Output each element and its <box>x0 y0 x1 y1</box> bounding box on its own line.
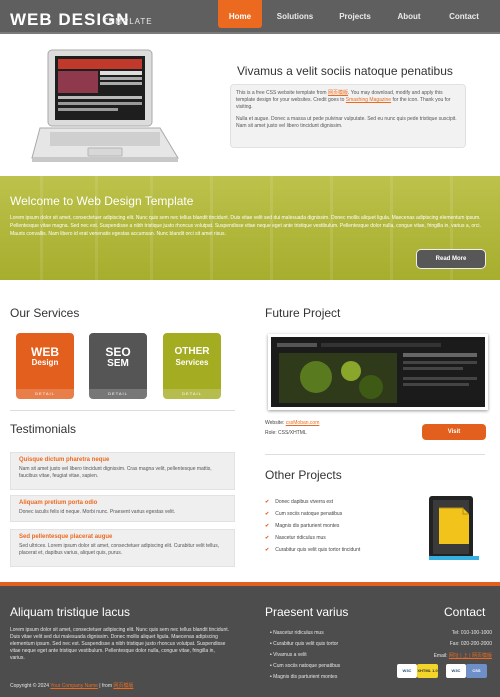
footer-project-link[interactable]: Cum sociis natoque penatibus <box>270 663 340 669</box>
testimonial-card: Aliquam pretium porta odio Donec iaculis… <box>10 495 235 522</box>
hero-title: Vivamus a velit sociis natoque penatibus <box>237 64 453 78</box>
footer-projects-title: Praesent varius <box>265 605 349 619</box>
contact-fax: Fax: 020-200-2000 <box>449 641 492 647</box>
template-link[interactable]: 网页模版 <box>113 683 133 689</box>
testimonials-title: Testimonials <box>10 422 77 436</box>
check-icon: ✔ <box>265 547 270 553</box>
testimonial-body: Nam sit amet justo vel libero tincidunt … <box>19 466 212 479</box>
service-sublabel: Design <box>31 358 59 367</box>
contact-tel: Tel: 010-100-1000 <box>451 630 492 636</box>
service-detail-link[interactable]: DETAIL <box>16 389 74 399</box>
other-project-item[interactable]: ✔ Curabitur quis velit quis tortor tincid… <box>265 547 360 554</box>
check-icon: ✔ <box>265 499 270 505</box>
welcome-title: Welcome to Web Design Template <box>10 194 194 208</box>
logo-subtitle: TEMPLATE <box>103 17 153 26</box>
copyright: Copyright © 2024 Your Company Name | fro… <box>10 682 133 689</box>
xhtml-badge[interactable]: XHTML 1.0 <box>417 664 438 678</box>
w3c-badge[interactable]: W3C <box>397 664 417 678</box>
footer-contact-title: Contact <box>444 605 486 619</box>
divider <box>265 454 485 455</box>
other-project-item[interactable]: ✔ Magnis dis parturient montes <box>265 523 339 530</box>
contact-email: Email: 网址 | 上 | 网页模版 <box>400 652 492 659</box>
footer-about-title: Aliquam tristique lacus <box>10 605 131 619</box>
testimonial-heading: Sed pellentesque placerat augue <box>19 534 113 540</box>
copyright-text: Copyright © 2024 <box>10 683 51 689</box>
project-screenshot[interactable] <box>268 334 488 410</box>
other-project-label: Nascetur ridiculus mus <box>275 535 326 541</box>
other-project-item[interactable]: ✔ Cum sociis natoque penatibus <box>265 511 342 518</box>
service-label: OTHER <box>174 346 210 357</box>
visit-button[interactable]: Visit <box>422 424 486 440</box>
service-other[interactable]: OTHER Services DETAIL <box>163 333 221 399</box>
other-project-label: Magnis dis parturient montes <box>275 523 340 529</box>
service-web-design[interactable]: WEB Design DETAIL <box>16 333 74 399</box>
other-project-item[interactable]: ✔ Nascetur ridiculus mus <box>265 535 326 542</box>
other-project-label: Cum sociis natoque penatibus <box>275 511 343 517</box>
welcome-text: Lorem ipsum dolor sit amet, consectetuer… <box>10 215 481 237</box>
testimonial-heading: Quisque dictum pharetra neque <box>19 457 110 463</box>
email-label: Email: <box>433 653 449 659</box>
nav-contact[interactable]: Contact <box>440 0 488 28</box>
laptop-image <box>31 49 179 162</box>
check-icon: ✔ <box>265 535 270 541</box>
service-sublabel: Services <box>175 358 209 367</box>
service-label: WEB <box>31 345 59 359</box>
service-detail-link[interactable]: DETAIL <box>89 389 147 399</box>
future-project-title: Future Project <box>265 306 341 320</box>
service-seo-sem[interactable]: SEO SEM DETAIL <box>89 333 147 399</box>
smashing-link[interactable]: Smashing Magazine <box>346 97 391 103</box>
other-projects-title: Other Projects <box>265 468 342 482</box>
company-link[interactable]: Your Company Name <box>50 683 98 689</box>
nav-projects[interactable]: Projects <box>330 0 380 28</box>
service-label: SEO <box>105 345 131 359</box>
email-link[interactable]: 网址 | 上 | 网页模版 <box>449 653 492 659</box>
copyright-text: | from <box>97 683 114 689</box>
check-icon: ✔ <box>265 523 270 529</box>
w3c-badge[interactable]: W3C <box>446 664 466 678</box>
read-more-button[interactable]: Read More <box>416 249 486 269</box>
testimonial-heading: Aliquam pretium porta odio <box>19 500 98 506</box>
project-website: Website: cssMoban.com <box>265 420 319 426</box>
template-link[interactable]: 网页模版 <box>328 90 348 96</box>
nav-about[interactable]: About <box>385 0 433 28</box>
hero-text: This is a free CSS website template from <box>236 90 328 96</box>
check-icon: ✔ <box>265 511 270 517</box>
divider <box>10 410 235 411</box>
footer-project-link[interactable]: Magnis dis parturient montes <box>270 674 337 680</box>
project-website-link[interactable]: cssMoban.com <box>286 420 320 426</box>
testimonial-card: Sed pellentesque placerat augue Sed ultr… <box>10 529 235 567</box>
testimonial-card: Quisque dictum pharetra neque Nam sit am… <box>10 452 235 490</box>
service-sublabel: SEM <box>107 358 129 369</box>
footer-about-text: Lorem ipsum dolor sit amet, consectetuer… <box>10 627 229 661</box>
project-role: Role: CSS/XHTML <box>265 430 307 436</box>
service-detail-link[interactable]: DETAIL <box>163 389 221 399</box>
nav-solutions[interactable]: Solutions <box>270 0 320 28</box>
other-project-label: Curabitur quis velit quis tortor tincidu… <box>275 547 361 553</box>
testimonial-body: Sed ultrices. Lorem ipsum dolor sit amet… <box>19 543 220 556</box>
website-label: Website: <box>265 420 286 426</box>
footer-project-link[interactable]: Curabitur quis velit quis tortor <box>270 641 338 647</box>
other-project-item[interactable]: ✔ Donec dapibus viverra est <box>265 499 333 506</box>
hero-paragraph: Nulla et augue. Donec a massa ut pede pu… <box>236 116 457 129</box>
footer-project-link[interactable]: Nascetur ridiculus mus <box>270 630 324 636</box>
footer-project-link[interactable]: Vivamus a velit <box>270 652 307 658</box>
css-badge[interactable]: CSS <box>466 664 487 678</box>
nav-home[interactable]: Home <box>218 0 262 28</box>
other-project-label: Donec dapibus viverra est <box>275 499 334 505</box>
services-title: Our Services <box>10 306 80 320</box>
testimonial-body: Donec iaculis felis id neque. Morbi nunc… <box>19 509 176 515</box>
hero-intro-box: This is a free CSS website template from… <box>230 84 466 148</box>
folder-icon <box>429 496 479 560</box>
